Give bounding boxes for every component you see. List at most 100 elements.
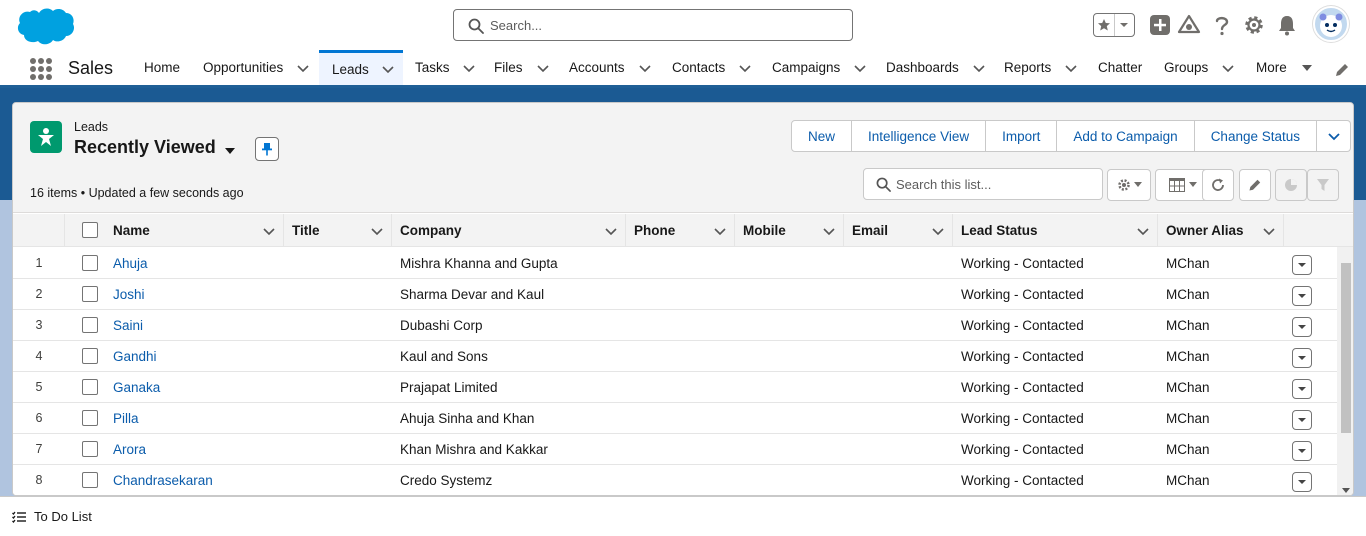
nav-item-accounts[interactable]: Accounts (569, 50, 651, 85)
global-actions-button[interactable] (1147, 12, 1173, 38)
header-row-number (13, 214, 65, 247)
chevron-down-icon[interactable] (371, 225, 383, 237)
charts-button[interactable] (1275, 169, 1307, 201)
chevron-down-icon[interactable] (1137, 225, 1149, 237)
cell-name[interactable]: Pilla (113, 403, 139, 433)
row-actions-button[interactable] (1292, 348, 1312, 368)
row-checkbox[interactable] (82, 441, 98, 457)
pencil-icon[interactable] (1334, 62, 1350, 78)
inline-edit-button[interactable] (1239, 169, 1271, 201)
chevron-down-icon[interactable] (1263, 225, 1275, 237)
cell-lead-status: Working - Contacted (961, 379, 1084, 395)
column-header-phone[interactable]: Phone (626, 214, 735, 247)
row-actions-button[interactable] (1292, 286, 1312, 306)
nav-item-leads[interactable]: Leads (319, 50, 403, 85)
global-search-input[interactable] (490, 14, 840, 36)
favorites-button[interactable] (1094, 14, 1114, 36)
column-header-company[interactable]: Company (392, 214, 626, 247)
row-checkbox[interactable] (82, 472, 98, 488)
nav-item-groups[interactable]: Groups (1164, 50, 1234, 85)
scroll-down-arrow[interactable] (1342, 488, 1350, 493)
chevron-down-icon[interactable] (263, 225, 275, 237)
row-checkbox[interactable] (82, 317, 98, 333)
row-actions-button[interactable] (1292, 317, 1312, 337)
column-header-owner-alias[interactable]: Owner Alias (1158, 214, 1284, 247)
row-actions-button[interactable] (1292, 472, 1312, 492)
filter-button[interactable] (1307, 169, 1339, 201)
column-header-email[interactable]: Email (844, 214, 953, 247)
nav-item-files[interactable]: Files (494, 50, 549, 85)
nav-item-tasks[interactable]: Tasks (415, 50, 475, 85)
setup-button[interactable] (1241, 12, 1267, 38)
chevron-down-icon[interactable] (714, 225, 726, 237)
todo-list-button[interactable]: To Do List (12, 509, 92, 524)
row-checkbox[interactable] (82, 255, 98, 271)
nav-item-reports[interactable]: Reports (1004, 50, 1077, 85)
chevron-down-icon[interactable] (854, 62, 866, 74)
nav-item-contacts[interactable]: Contacts (672, 50, 751, 85)
nav-item-chatter[interactable]: Chatter (1098, 50, 1142, 85)
object-label: Leads (74, 120, 109, 134)
pin-list-view-button[interactable] (255, 137, 279, 161)
chevron-down-icon[interactable] (973, 62, 985, 74)
row-checkbox[interactable] (82, 379, 98, 395)
column-header-lead-status[interactable]: Lead Status (953, 214, 1158, 247)
chevron-down-icon[interactable] (605, 225, 617, 237)
cell-name[interactable]: Arora (113, 434, 146, 464)
app-launcher-button[interactable] (30, 58, 52, 80)
cell-name[interactable]: Saini (113, 310, 143, 340)
add-to-campaign-button[interactable]: Add to Campaign (1057, 120, 1195, 152)
chevron-down-icon[interactable] (1222, 62, 1234, 74)
list-view-title[interactable]: Recently Viewed (74, 137, 216, 158)
refresh-button[interactable] (1202, 169, 1234, 201)
cell-name[interactable]: Joshi (113, 279, 145, 309)
column-header-mobile[interactable]: Mobile (735, 214, 844, 247)
notifications-button[interactable] (1274, 12, 1300, 38)
chevron-down-icon[interactable] (739, 62, 751, 74)
import-button[interactable]: Import (986, 120, 1058, 152)
column-header-name[interactable]: Name (105, 214, 284, 247)
cell-name[interactable]: Ahuja (113, 248, 148, 278)
salesforce-logo[interactable] (15, 5, 75, 47)
new-button[interactable]: New (791, 120, 853, 152)
list-search-input[interactable] (896, 174, 1096, 194)
list-search[interactable] (863, 168, 1103, 200)
global-search[interactable] (453, 9, 853, 41)
trailhead-button[interactable] (1176, 12, 1202, 38)
favorites-menu-button[interactable] (1113, 14, 1135, 36)
row-checkbox[interactable] (82, 348, 98, 364)
list-view-controls-button[interactable] (1107, 169, 1151, 201)
cell-name[interactable]: Gandhi (113, 341, 157, 371)
intelligence-view-button[interactable]: Intelligence View (852, 120, 987, 152)
chevron-down-icon[interactable] (536, 62, 549, 74)
cell-name[interactable]: Ganaka (113, 372, 160, 402)
nav-item-more[interactable]: More (1256, 50, 1313, 85)
chevron-down-icon[interactable] (462, 62, 475, 74)
chevron-down-icon[interactable] (638, 62, 651, 74)
nav-item-dashboards[interactable]: Dashboards (886, 50, 985, 85)
change-status-button[interactable]: Change Status (1194, 120, 1317, 152)
column-header-title[interactable]: Title (284, 214, 392, 247)
caret-down-icon[interactable] (224, 146, 236, 156)
nav-item-opportunities[interactable]: Opportunities (203, 50, 309, 85)
chevron-down-icon[interactable] (932, 225, 944, 237)
scrollbar-thumb[interactable] (1341, 263, 1351, 433)
help-button[interactable] (1209, 12, 1235, 38)
nav-item-home[interactable]: Home (144, 50, 180, 85)
more-actions-button[interactable] (1317, 120, 1351, 152)
row-actions-button[interactable] (1292, 410, 1312, 430)
row-actions-button[interactable] (1292, 379, 1312, 399)
row-actions-button[interactable] (1292, 441, 1312, 461)
select-all-checkbox[interactable] (82, 222, 98, 238)
user-avatar[interactable] (1313, 6, 1349, 42)
row-checkbox[interactable] (82, 410, 98, 426)
row-checkbox[interactable] (82, 286, 98, 302)
chevron-down-icon[interactable] (1065, 62, 1077, 74)
cell-name[interactable]: Chandrasekaran (113, 465, 213, 495)
table-scrollbar[interactable] (1337, 247, 1353, 495)
row-actions-button[interactable] (1292, 255, 1312, 275)
nav-item-campaigns[interactable]: Campaigns (772, 50, 866, 85)
chevron-down-icon[interactable] (297, 62, 309, 74)
chevron-down-icon[interactable] (382, 63, 394, 75)
chevron-down-icon[interactable] (823, 225, 835, 237)
